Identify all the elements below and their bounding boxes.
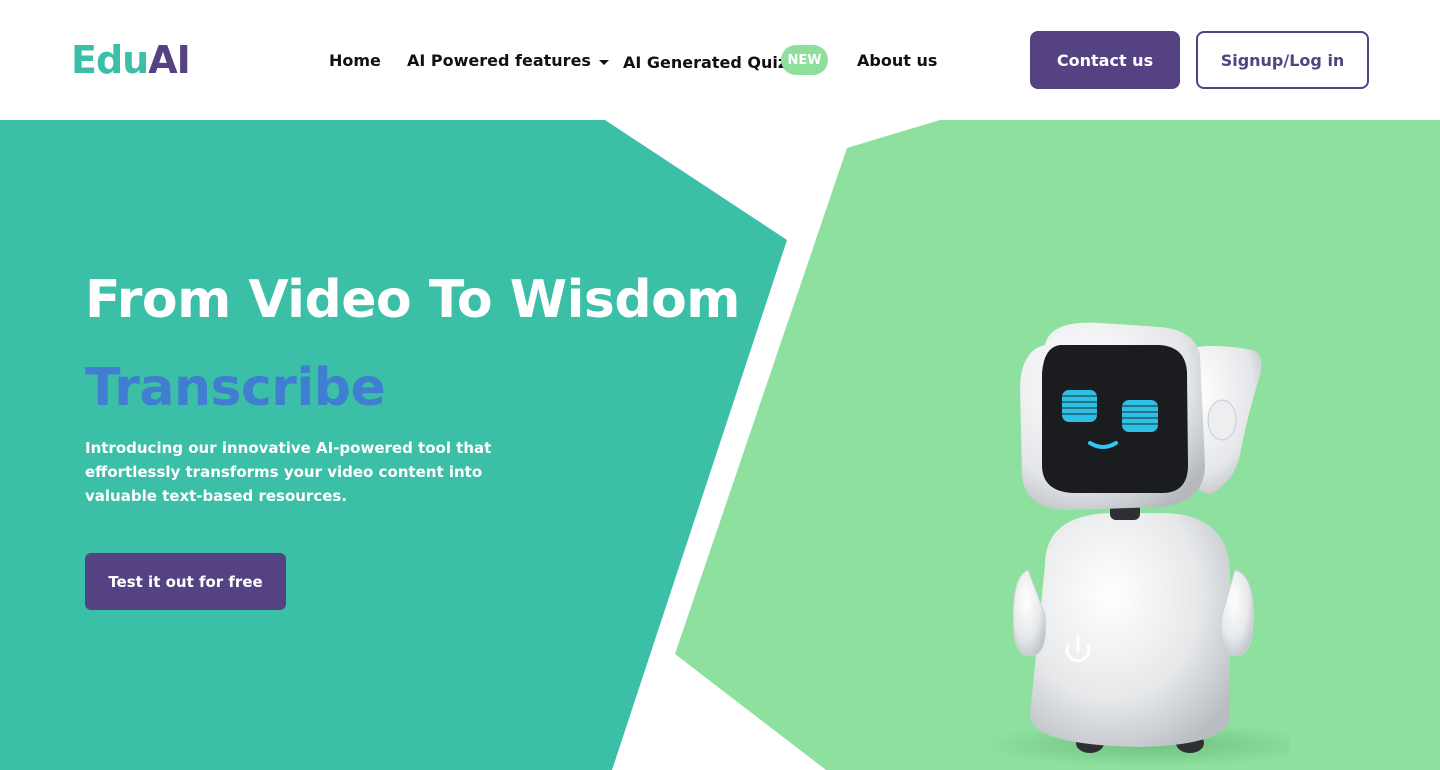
logo-ai: AI: [148, 38, 191, 82]
nav-ai-generated-quiz[interactable]: AI Generated Quiz: [623, 53, 787, 73]
nav-features-label: AI Powered features: [407, 51, 591, 70]
signup-login-button[interactable]: Signup/Log in: [1196, 31, 1369, 89]
nav-home[interactable]: Home: [329, 51, 381, 71]
hero-subtitle: Transcribe: [85, 358, 386, 418]
contact-us-button[interactable]: Contact us: [1030, 31, 1180, 89]
hero-description: Introducing our innovative AI-powered to…: [85, 439, 492, 505]
chevron-down-icon: [598, 59, 609, 65]
nav-ai-powered-features[interactable]: AI Powered features: [407, 51, 609, 71]
nav-about-us[interactable]: About us: [857, 51, 937, 71]
robot-illustration: [990, 322, 1290, 765]
test-free-button[interactable]: Test it out for free: [85, 553, 286, 610]
new-badge: NEW: [781, 45, 828, 75]
hero-title: From Video To Wisdom: [85, 270, 740, 330]
logo[interactable]: EduAI: [71, 38, 191, 82]
navbar: EduAI Home AI Powered features AI Genera…: [0, 0, 1440, 120]
logo-edu: Edu: [71, 38, 149, 82]
